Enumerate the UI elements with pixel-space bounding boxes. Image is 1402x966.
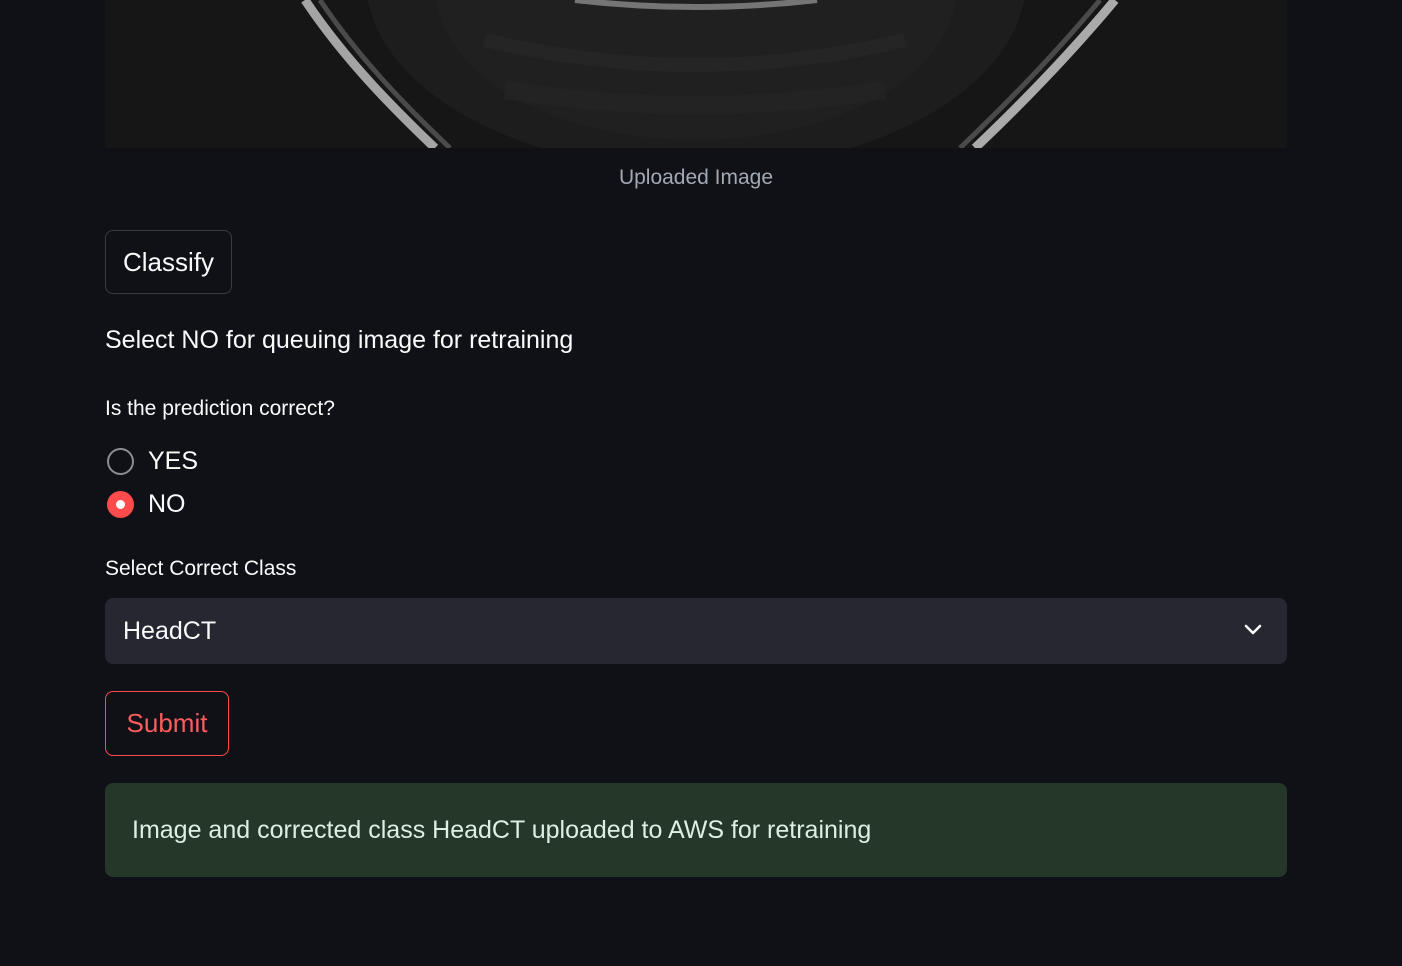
radio-yes-label: YES (148, 446, 199, 475)
radio-yes-icon[interactable] (107, 447, 134, 475)
success-message: Image and corrected class HeadCT uploade… (132, 815, 872, 844)
classify-button[interactable]: Classify (105, 230, 232, 294)
retraining-instruction: Select NO for queuing image for retraini… (105, 326, 574, 354)
class-select-label: Select Correct Class (105, 557, 297, 580)
radio-option-yes[interactable]: YES (107, 446, 198, 476)
image-caption: Uploaded Image (618, 166, 774, 189)
submit-button[interactable]: Submit (105, 691, 229, 756)
radio-no-label: NO (148, 489, 186, 518)
uploaded-image (105, 0, 1287, 148)
class-select[interactable]: HeadCT (105, 598, 1287, 664)
app-main: Uploaded Image Classify Select NO for qu… (0, 0, 1402, 966)
chevron-down-icon[interactable] (1243, 620, 1263, 640)
prediction-question-label: Is the prediction correct? (105, 397, 335, 420)
radio-no-selected-icon[interactable] (107, 490, 134, 518)
radio-option-no[interactable]: NO (107, 489, 186, 519)
success-alert: Image and corrected class HeadCT uploade… (105, 783, 1287, 877)
class-select-value: HeadCT (123, 616, 217, 645)
